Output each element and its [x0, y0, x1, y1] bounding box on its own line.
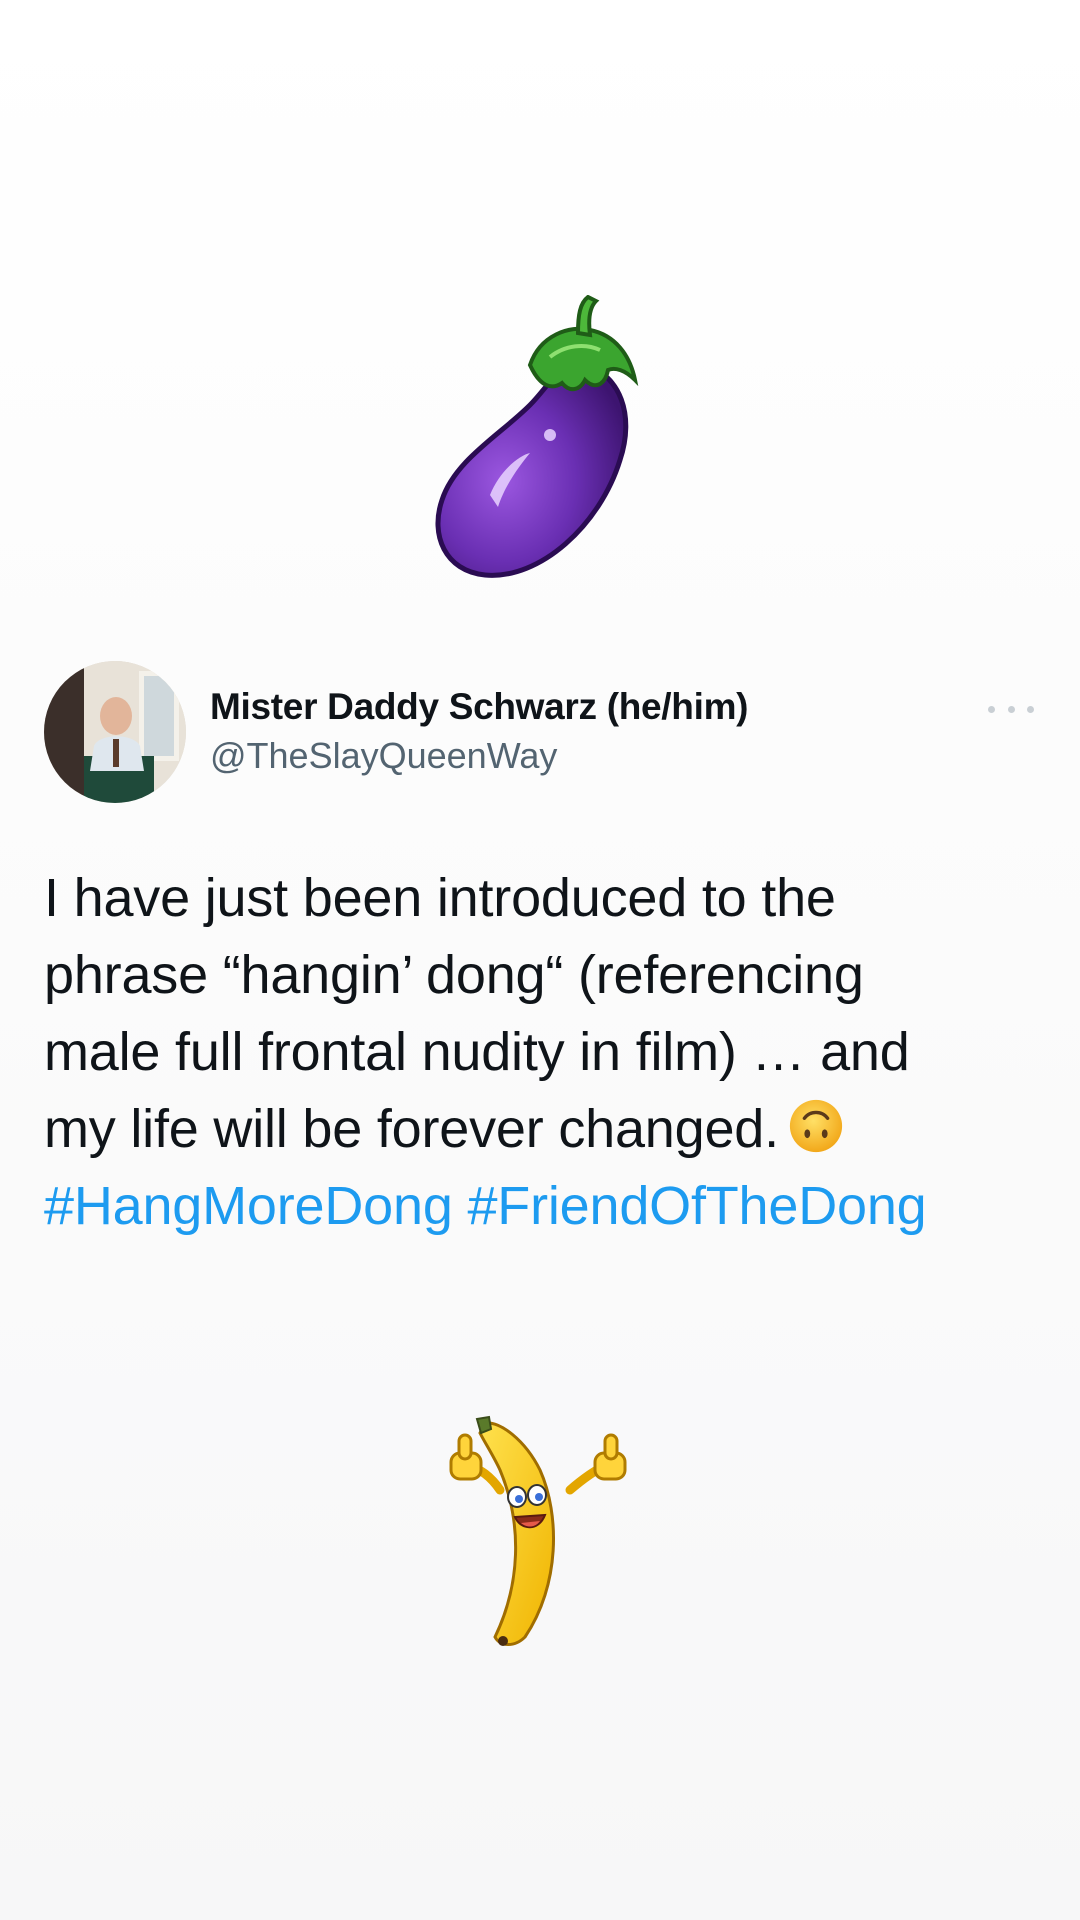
hashtags-line: #HangMoreDong #FriendOfTheDong	[44, 1168, 1044, 1245]
avatar-photo	[44, 661, 186, 803]
tweet-text-line-with-emoji: my life will be forever changed.	[44, 1091, 1044, 1168]
more-dot-icon	[1007, 705, 1015, 713]
tweet-text: I have just been introduced to the phras…	[44, 860, 1044, 1245]
tweet-author: Mister Daddy Schwarz (he/him) @TheSlayQu…	[210, 685, 749, 779]
user-handle[interactable]: @TheSlayQueenWay	[210, 733, 748, 779]
more-options-button[interactable]	[988, 697, 1034, 721]
tweet-text-line: phrase “hangin’ dong“ (referencing	[44, 945, 864, 1005]
thumbs-up-banana-sticker	[445, 1415, 630, 1655]
hashtag-link[interactable]: #FriendOfTheDong	[467, 1176, 926, 1236]
hashtag-link[interactable]: #HangMoreDong	[44, 1176, 453, 1236]
more-dot-icon	[1027, 705, 1034, 713]
more-dot-icon	[988, 705, 995, 713]
tweet-text-line: male full frontal nudity in film) … and	[44, 1022, 910, 1082]
tweet-text-line: I have just been introduced to the	[44, 868, 836, 928]
eggplant-icon	[435, 294, 639, 578]
eggplant-sticker	[430, 294, 650, 595]
avatar[interactable]	[44, 661, 186, 803]
display-name[interactable]: Mister Daddy Schwarz (he/him)	[210, 685, 749, 729]
upside-down-face-icon	[789, 1099, 843, 1153]
banana-icon	[449, 1415, 627, 1646]
tweet-card[interactable]: Mister Daddy Schwarz (he/him) @TheSlayQu…	[0, 655, 1080, 1275]
tweet-text-line: my life will be forever changed.	[44, 1099, 779, 1159]
